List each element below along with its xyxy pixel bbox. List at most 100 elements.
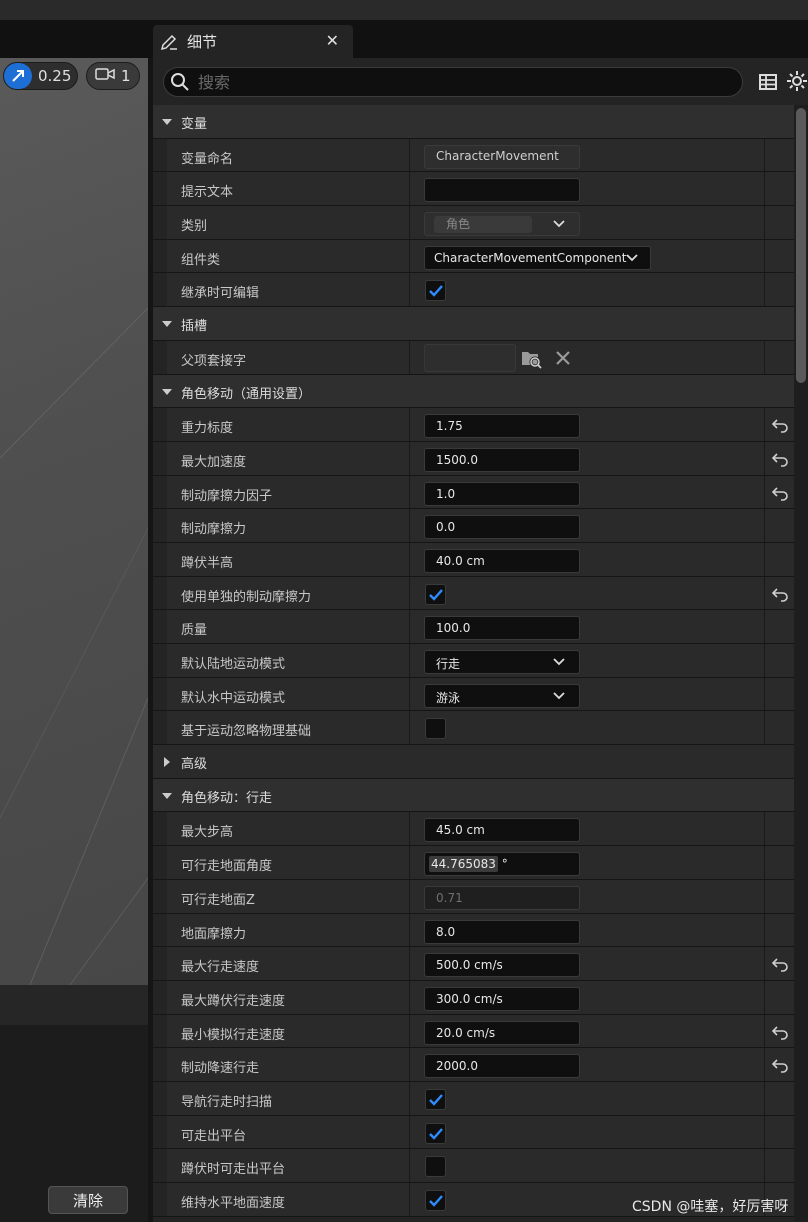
category-label: 插槽 <box>181 319 208 335</box>
scrollbar-thumb[interactable] <box>796 108 806 383</box>
column-divider <box>764 644 765 677</box>
row-gutter <box>153 711 167 745</box>
triangle-down-icon <box>162 792 172 799</box>
column-divider <box>409 1048 410 1081</box>
gear-icon[interactable] <box>786 70 808 92</box>
property-row: 继承时可编辑 <box>153 273 794 308</box>
crouched-half-height-field[interactable]: 40.0 cm <box>424 548 580 573</box>
reset-arrow-icon[interactable] <box>771 956 789 972</box>
property-name: 继承时可编辑 <box>181 286 260 302</box>
nav-sweep-checkbox[interactable] <box>425 1088 446 1110</box>
property-row: 使用单独的制动摩擦力 <box>153 576 794 611</box>
component-class-dropdown[interactable]: CharacterMovementComponent <box>424 245 651 270</box>
braking-deceleration-field[interactable]: 2000.0 <box>424 1054 580 1079</box>
triangle-right-icon <box>164 757 170 768</box>
editable-checkbox[interactable] <box>425 280 446 302</box>
category-variable[interactable]: 变量 <box>153 105 794 139</box>
chevron-down-icon <box>553 220 565 228</box>
property-name: 制动摩擦力 <box>181 522 247 538</box>
variable-name-field[interactable]: CharacterMovement <box>424 144 580 169</box>
property-name: 可行走地面Z <box>181 892 255 908</box>
column-divider <box>764 1014 765 1048</box>
water-movement-mode-dropdown[interactable]: 游泳 <box>424 683 580 708</box>
reset-arrow-icon[interactable] <box>771 1057 789 1074</box>
category-dropdown[interactable]: 角色 <box>424 212 580 237</box>
scale-snap-button[interactable]: 0.25 <box>3 62 78 90</box>
mass-field[interactable]: 100.0 <box>424 616 580 641</box>
property-row: 制动降速行走 2000.0 <box>153 1048 794 1082</box>
property-row: 基于运动忽略物理基础 <box>153 711 794 746</box>
column-divider <box>764 980 765 1014</box>
property-name: 使用单独的制动摩擦力 <box>181 589 312 605</box>
property-row: 组件类 CharacterMovementComponent <box>153 239 794 274</box>
scale-snap-value: 0.25 <box>38 67 72 85</box>
property-row: 类别 角色 <box>153 206 794 240</box>
output-log-header <box>0 985 148 1025</box>
min-analog-walk-speed-field[interactable]: 20.0 cm/s <box>424 1020 580 1045</box>
tab-bar <box>0 20 808 58</box>
category-sockets[interactable]: 插槽 <box>153 307 794 341</box>
search-input[interactable] <box>198 72 698 92</box>
property-row: 质量 100.0 <box>153 610 794 644</box>
ground-movement-mode-value: 行走 <box>436 657 461 671</box>
column-divider <box>764 711 765 745</box>
ignore-base-rotation-checkbox[interactable] <box>425 718 446 740</box>
property-row: 最大加速度 1500.0 <box>153 441 794 476</box>
column-divider <box>764 138 765 172</box>
column-divider <box>764 408 765 441</box>
maintain-horizontal-velocity-checkbox[interactable] <box>425 1190 446 1211</box>
tooltip-field[interactable] <box>424 178 580 203</box>
tab-details[interactable]: 细节 ✕ <box>153 25 353 58</box>
category-walking[interactable]: 角色移动：行走 <box>153 778 794 813</box>
property-row: 可走出平台 <box>153 1115 794 1150</box>
reset-arrow-icon[interactable] <box>771 417 789 433</box>
walk-off-ledges-checkbox[interactable] <box>425 1122 446 1144</box>
column-divider <box>764 273 765 307</box>
reset-arrow-icon[interactable] <box>771 1024 789 1040</box>
walkable-floor-angle-field[interactable]: 44.765083 ° <box>424 852 580 877</box>
separate-braking-friction-checkbox[interactable] <box>425 583 446 605</box>
component-class-value: CharacterMovementComponent <box>434 250 627 265</box>
property-row: 重力标度 1.75 <box>153 408 794 442</box>
property-matrix-icon[interactable] <box>758 72 778 92</box>
ground-movement-mode-dropdown[interactable]: 行走 <box>424 650 580 674</box>
checkmark-icon <box>429 285 443 298</box>
camera-speed-button[interactable]: 1 <box>86 62 140 90</box>
column-divider <box>409 542 410 576</box>
watermark: CSDN @哇塞，好厉害呀 <box>632 1199 789 1215</box>
max-walk-speed-field[interactable]: 500.0 cm/s <box>424 953 580 978</box>
category-advanced[interactable]: 高级 <box>153 745 794 779</box>
row-gutter <box>153 644 167 677</box>
reset-arrow-icon[interactable] <box>771 485 789 501</box>
column-divider <box>764 1149 765 1182</box>
braking-friction-factor-field[interactable]: 1.0 <box>424 481 580 506</box>
column-divider <box>409 408 410 441</box>
checkmark-icon <box>429 1127 443 1140</box>
category-label: 角色移动（通用设置） <box>181 386 312 402</box>
column-divider <box>409 441 410 475</box>
gravity-scale-field[interactable]: 1.75 <box>424 414 580 439</box>
braking-friction-field[interactable]: 0.0 <box>424 515 580 540</box>
column-divider <box>764 1081 765 1115</box>
parent-socket-field[interactable] <box>424 343 516 372</box>
column-divider <box>764 441 765 475</box>
scale-arrow-icon <box>4 63 32 89</box>
clear-button[interactable]: 清除 <box>48 1186 128 1214</box>
max-crouch-walk-speed-field[interactable]: 300.0 cm/s <box>424 986 580 1011</box>
close-icon[interactable]: ✕ <box>326 31 339 50</box>
row-gutter <box>153 408 167 441</box>
max-step-height-field[interactable]: 45.0 cm <box>424 818 580 843</box>
pencil-icon <box>159 32 179 52</box>
level-viewport[interactable] <box>0 58 148 985</box>
max-acceleration-field[interactable]: 1500.0 <box>424 447 580 472</box>
property-name: 地面摩擦力 <box>181 926 247 942</box>
category-label: 变量 <box>181 117 208 132</box>
reset-arrow-icon[interactable] <box>771 451 789 467</box>
column-divider <box>764 812 765 846</box>
ground-friction-field[interactable]: 8.0 <box>424 919 580 944</box>
column-divider <box>409 846 410 879</box>
category-general[interactable]: 角色移动（通用设置） <box>153 374 794 409</box>
crouch-walk-off-ledges-checkbox[interactable] <box>425 1156 446 1178</box>
reset-arrow-icon[interactable] <box>771 586 789 602</box>
column-divider <box>409 273 410 307</box>
